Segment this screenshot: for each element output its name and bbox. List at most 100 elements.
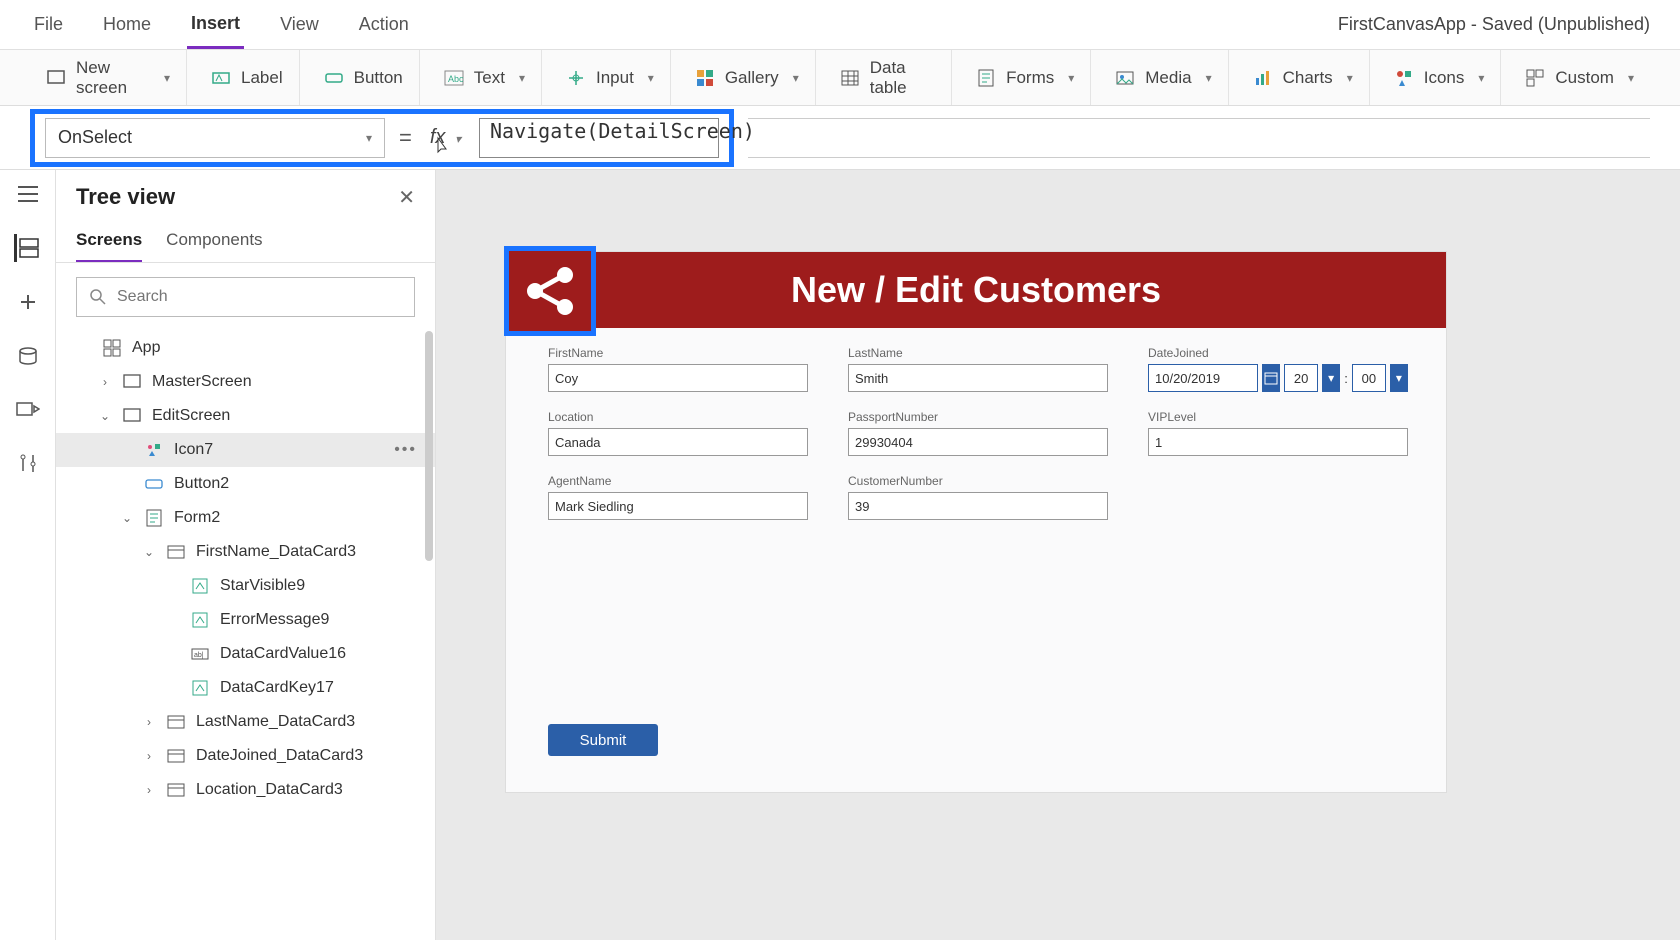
input-hour[interactable] xyxy=(1284,364,1318,392)
chevron-down-icon: ▾ xyxy=(455,132,461,146)
property-selector[interactable]: OnSelect ▾ xyxy=(45,118,385,158)
button-icon xyxy=(144,475,164,493)
ribbon-label[interactable]: Label xyxy=(195,50,300,105)
tree-search[interactable] xyxy=(76,277,415,317)
tree-item-masterscreen[interactable]: ›MasterScreen xyxy=(56,365,435,399)
selected-icon-control[interactable] xyxy=(504,246,596,336)
ribbon-text[interactable]: Abc Text▾ xyxy=(428,50,542,105)
input-date[interactable] xyxy=(1148,364,1258,392)
tab-screens[interactable]: Screens xyxy=(76,222,142,262)
time-separator: : xyxy=(1344,371,1348,386)
rail-tree-view[interactable] xyxy=(14,234,42,262)
cursor-icon xyxy=(434,136,452,158)
tree-item-button2[interactable]: Button2 xyxy=(56,467,435,501)
app-icon xyxy=(102,339,122,357)
label-lastname: LastName xyxy=(848,346,1108,360)
ribbon-button[interactable]: Button xyxy=(308,50,420,105)
input-firstname[interactable] xyxy=(548,364,808,392)
menu-insert[interactable]: Insert xyxy=(187,1,244,49)
ribbon-input[interactable]: Input▾ xyxy=(550,50,671,105)
tree-search-input[interactable] xyxy=(117,288,402,306)
tree-list: App›MasterScreen⌄EditScreenIcon7•••Butto… xyxy=(56,331,435,940)
label-icon xyxy=(211,68,231,88)
ribbon-new-screen[interactable]: New screen▾ xyxy=(30,50,187,105)
equals-sign: = xyxy=(399,125,412,151)
close-icon[interactable]: ✕ xyxy=(398,185,415,210)
menu-view[interactable]: View xyxy=(276,2,323,47)
chevron-down-icon: ▾ xyxy=(1347,71,1353,85)
tab-components[interactable]: Components xyxy=(166,222,262,262)
twisty-icon[interactable]: ⌄ xyxy=(98,409,112,423)
field-datejoined: DateJoined ▾ : ▾ xyxy=(1148,346,1408,392)
minute-drop-icon[interactable]: ▾ xyxy=(1390,364,1408,392)
tree-item-firstname_datacard3[interactable]: ⌄ FirstName_DataCard3 xyxy=(56,535,435,569)
calendar-icon[interactable] xyxy=(1262,364,1280,392)
ribbon-gallery[interactable]: Gallery▾ xyxy=(679,50,816,105)
submit-button[interactable]: Submit xyxy=(548,724,658,756)
canvas-screen[interactable]: New / Edit Customers FirstName LastName … xyxy=(506,252,1446,792)
input-passport[interactable] xyxy=(848,428,1108,456)
menu-file[interactable]: File xyxy=(30,2,67,47)
ribbon-forms[interactable]: Forms ▾ xyxy=(960,50,1091,105)
input-agent[interactable] xyxy=(548,492,808,520)
chevron-down-icon: ▾ xyxy=(1068,71,1074,85)
tree-item-icon7[interactable]: Icon7••• xyxy=(56,433,435,467)
input-lastname[interactable] xyxy=(848,364,1108,392)
ribbon-media[interactable]: Media▾ xyxy=(1099,50,1228,105)
screen-icon xyxy=(122,407,142,425)
twisty-icon[interactable]: › xyxy=(142,749,156,763)
tree-item-lastname_datacard3[interactable]: ›LastName_DataCard3 xyxy=(56,705,435,739)
formula-bar-extension[interactable] xyxy=(748,118,1650,158)
formula-input[interactable]: Navigate(DetailScreen) xyxy=(479,118,719,158)
field-passport: PassportNumber xyxy=(848,410,1108,456)
tree-item-form2[interactable]: ⌄Form2 xyxy=(56,501,435,535)
custom-icon xyxy=(1525,68,1545,88)
input-vip[interactable] xyxy=(1148,428,1408,456)
input-minute[interactable] xyxy=(1352,364,1386,392)
tree-item-editscreen[interactable]: ⌄EditScreen xyxy=(56,399,435,433)
input-custno[interactable] xyxy=(848,492,1108,520)
ribbon-charts[interactable]: Charts▾ xyxy=(1237,50,1370,105)
chevron-down-icon: ▾ xyxy=(1206,71,1212,85)
rail-hamburger[interactable] xyxy=(14,180,42,208)
rail-media[interactable] xyxy=(14,396,42,424)
tree-item-datejoined_datacard3[interactable]: ›DateJoined_DataCard3 xyxy=(56,739,435,773)
tree-title: Tree view xyxy=(76,184,175,210)
left-rail xyxy=(0,170,56,940)
card-icon xyxy=(166,781,186,799)
field-vip: VIPLevel xyxy=(1148,410,1408,456)
fx-button[interactable]: fx ▾ xyxy=(426,126,465,149)
menu-action[interactable]: Action xyxy=(355,2,413,47)
menu-home[interactable]: Home xyxy=(99,2,155,47)
tree-item-errormessage9[interactable]: ErrorMessage9 xyxy=(56,603,435,637)
tree-item-location_datacard3[interactable]: ›Location_DataCard3 xyxy=(56,773,435,807)
canvas-area: New / Edit Customers FirstName LastName … xyxy=(436,170,1680,940)
rail-data[interactable] xyxy=(14,342,42,370)
ribbon-data-table[interactable]: Data table xyxy=(824,50,952,105)
ribbon-icons[interactable]: Icons▾ xyxy=(1378,50,1502,105)
tree-item-datacardkey17[interactable]: DataCardKey17 xyxy=(56,671,435,705)
twisty-icon[interactable]: › xyxy=(98,375,112,389)
hour-drop-icon[interactable]: ▾ xyxy=(1322,364,1340,392)
label-firstname: FirstName xyxy=(548,346,808,360)
tree-view-panel: Tree view ✕ Screens Components App›Maste… xyxy=(56,170,436,940)
screen-icon xyxy=(122,373,142,391)
rail-advanced[interactable] xyxy=(14,450,42,478)
twisty-icon[interactable]: ⌄ xyxy=(142,545,156,559)
scrollbar[interactable] xyxy=(425,331,433,561)
label-datejoined: DateJoined xyxy=(1148,346,1408,360)
tree-header: Tree view ✕ xyxy=(56,170,435,216)
form-icon xyxy=(144,509,164,527)
twisty-icon[interactable]: › xyxy=(142,783,156,797)
tree-item-app[interactable]: App xyxy=(56,331,435,365)
rail-insert[interactable] xyxy=(14,288,42,316)
twisty-icon[interactable]: ⌄ xyxy=(120,511,134,525)
twisty-icon[interactable]: › xyxy=(142,715,156,729)
tree-item-datacardvalue16[interactable]: ab|DataCardValue16 xyxy=(56,637,435,671)
field-firstname: FirstName xyxy=(548,346,808,392)
ribbon-custom[interactable]: Custom▾ xyxy=(1509,50,1650,105)
input-location[interactable] xyxy=(548,428,808,456)
ribbon-forms-label: Forms xyxy=(1006,68,1054,88)
tree-item-label: FirstName_DataCard3 xyxy=(196,543,356,561)
tree-item-starvisible9[interactable]: StarVisible9 xyxy=(56,569,435,603)
